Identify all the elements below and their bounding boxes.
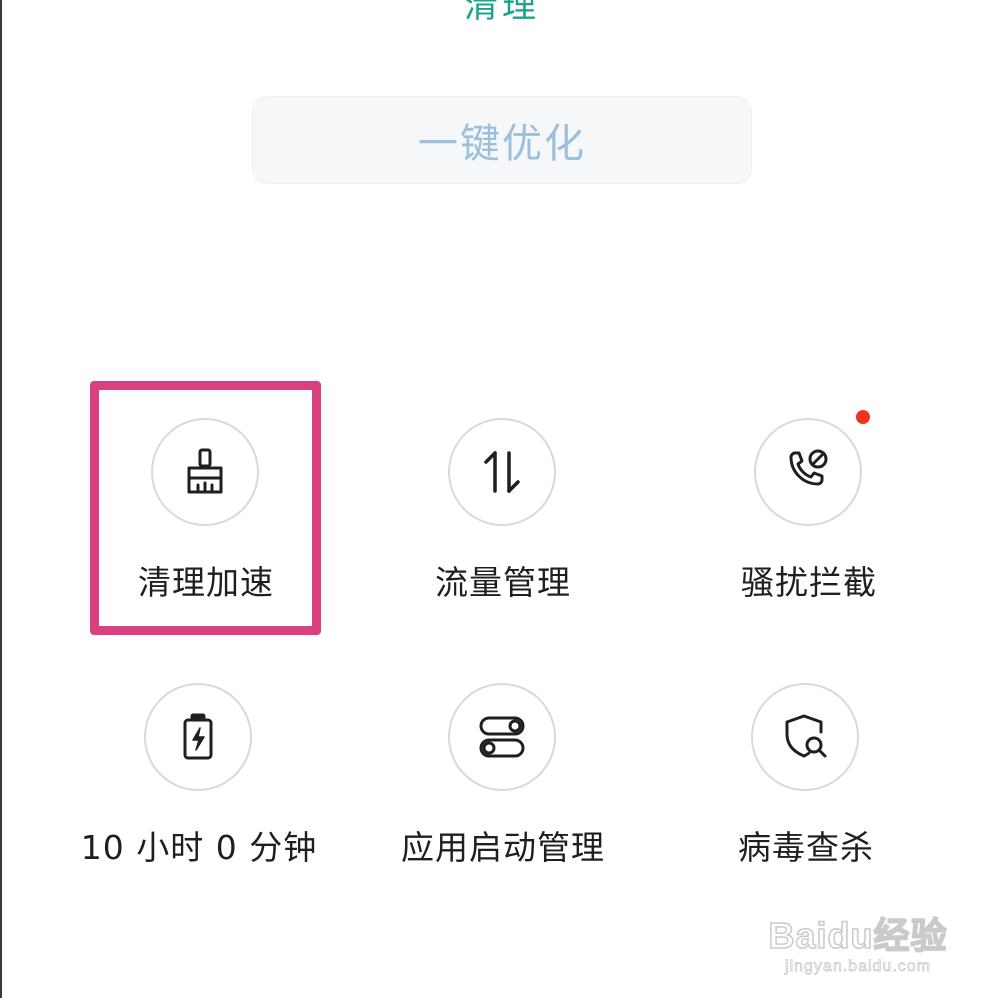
watermark-url: jingyan.baidu.com bbox=[785, 958, 931, 976]
broom-icon bbox=[187, 448, 223, 494]
tile-label: 10 小时 0 分钟 bbox=[80, 828, 318, 867]
tile-app-launch-management[interactable]: 应用启动管理 bbox=[353, 683, 653, 913]
notification-badge-dot bbox=[856, 410, 870, 424]
toggle-switches-icon bbox=[479, 716, 525, 758]
tile-battery[interactable]: 10 小时 0 分钟 bbox=[49, 683, 349, 913]
tile-virus-scan[interactable]: 病毒查杀 bbox=[656, 683, 956, 913]
shield-search-icon bbox=[785, 714, 827, 758]
battery-icon-circle[interactable] bbox=[144, 683, 252, 791]
status-title-partial: 清理 bbox=[464, 0, 540, 26]
tile-label: 流量管理 bbox=[435, 563, 571, 602]
block-icon-circle[interactable] bbox=[754, 410, 870, 526]
battery-icon bbox=[183, 713, 213, 760]
tile-label: 清理加速 bbox=[138, 563, 274, 602]
baidu-jingyan-watermark: Baidu经验 jingyan.baidu.com bbox=[768, 914, 948, 976]
tile-label: 骚扰拦截 bbox=[741, 563, 877, 602]
app-launch-icon-circle[interactable] bbox=[448, 683, 556, 791]
watermark-logo: Baidu经验 bbox=[768, 914, 948, 957]
virus-scan-icon-circle[interactable] bbox=[751, 683, 859, 791]
tile-cleanup-speedup[interactable]: 清理加速 bbox=[56, 418, 356, 648]
data-transfer-icon bbox=[484, 451, 520, 493]
phone-manager-screen: 清理 一键优化 清理加速 流量管理 骚扰拦截 10 小时 0 分钟 应用启动管理… bbox=[0, 0, 1000, 998]
data-icon-circle[interactable] bbox=[448, 418, 556, 526]
tile-harassment-block[interactable]: 骚扰拦截 bbox=[659, 410, 959, 648]
tile-label: 应用启动管理 bbox=[401, 828, 605, 867]
tile-data-management[interactable]: 流量管理 bbox=[353, 418, 653, 648]
cleanup-icon-circle[interactable] bbox=[151, 418, 259, 526]
call-block-icon bbox=[789, 449, 828, 486]
one-click-optimize-button[interactable]: 一键优化 bbox=[252, 96, 752, 184]
tile-label: 病毒查杀 bbox=[738, 828, 874, 867]
